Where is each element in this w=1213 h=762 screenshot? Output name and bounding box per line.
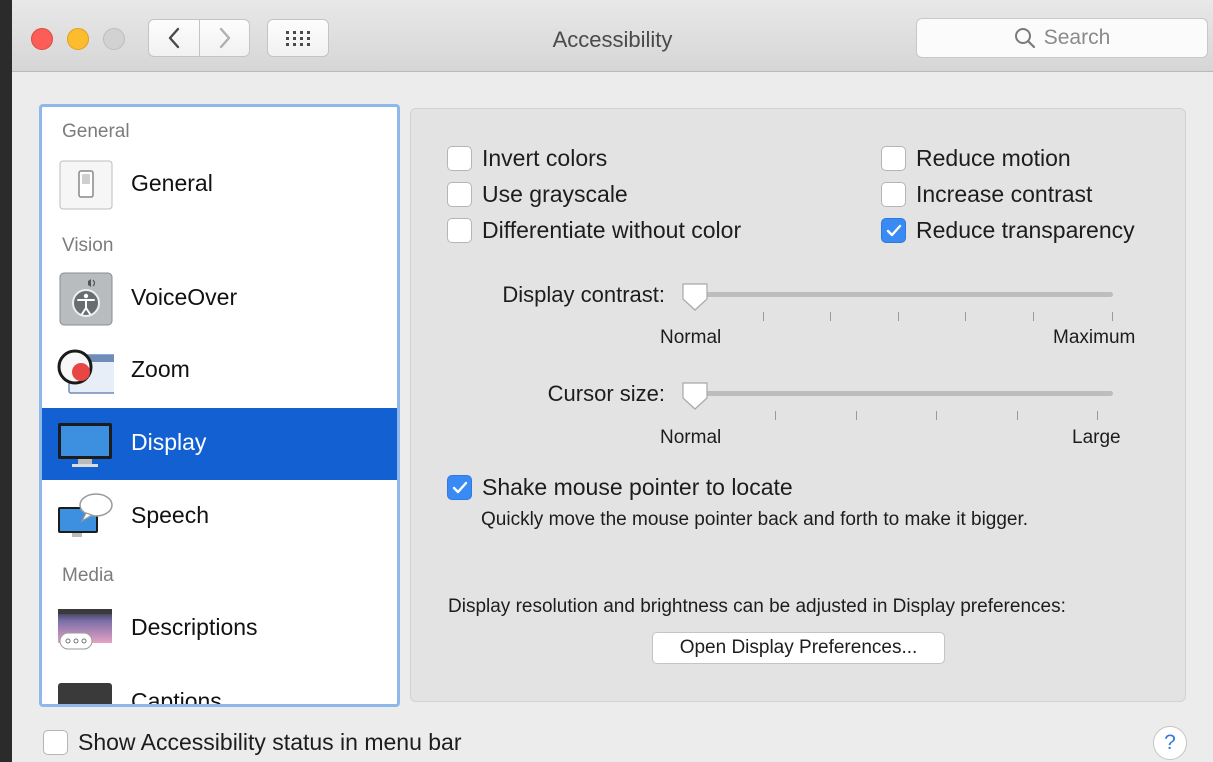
sidebar-item-label: General [131,170,213,196]
display-contrast-min-label: Normal [660,327,722,348]
search-field[interactable]: Search [916,18,1208,58]
checkbox-box[interactable] [447,182,472,207]
sidebar-item-label: VoiceOver [131,284,238,310]
shake-description: Quickly move the mouse pointer back and … [481,509,1029,530]
invert-colors-checkbox[interactable]: Invert colors [447,145,607,172]
sidebar-item-label: Speech [131,502,210,528]
display-contrast-ticks [684,312,1113,322]
display-contrast-knob[interactable] [680,281,710,313]
resolution-note: Display resolution and brightness can be… [448,596,1066,617]
tick [1112,312,1113,321]
sidebar-item-label: Zoom [131,356,190,382]
tick [965,312,966,321]
preferences-window: Accessibility Search General General Vis… [12,0,1213,762]
tick [775,411,776,420]
captions-icon [58,683,112,704]
tick [1097,411,1098,420]
sidebar-item-label: Captions [131,688,222,707]
sidebar-item-label: Descriptions [131,614,258,640]
section-header-general: General [62,121,130,142]
checkbox-label: Invert colors [482,145,608,171]
checkbox-box[interactable] [447,475,472,500]
magnifier-icon [57,349,114,394]
descriptions-icon [58,609,112,650]
checkbox-box[interactable] [881,218,906,243]
checkbox-box[interactable] [43,730,68,755]
checkbox-label: Differentiate without color [482,217,742,243]
search-icon [1014,28,1035,49]
display-contrast-label: Display contrast: [502,282,665,307]
differentiate-without-color-checkbox[interactable]: Differentiate without color [447,217,741,244]
tick [856,411,857,420]
cursor-size-min-label: Normal [660,427,722,448]
use-grayscale-checkbox[interactable]: Use grayscale [447,181,628,208]
cursor-size-max-label: Large [1072,427,1121,448]
tick [763,312,764,321]
cursor-size-label: Cursor size: [547,381,665,406]
cursor-size-knob[interactable] [680,380,710,412]
checkbox-label: Show Accessibility status in menu bar [78,729,462,755]
checkmark-icon [886,224,901,236]
sidebar-item-label: Display [131,429,207,455]
section-header-media: Media [62,565,114,586]
tick [1017,411,1018,420]
tick [936,411,937,420]
checkbox-box[interactable] [881,146,906,171]
sidebar-item-descriptions[interactable]: Descriptions [42,593,397,665]
checkbox-box[interactable] [447,146,472,171]
speech-bubble-icon [58,493,113,537]
checkmark-icon [452,481,467,493]
section-header-vision: Vision [62,235,114,256]
category-sidebar[interactable]: General General Vision VoiceOver Zoom Di… [39,104,400,707]
show-status-menu-bar-checkbox[interactable]: Show Accessibility status in menu bar [43,729,462,756]
tick [830,312,831,321]
sidebar-item-captions[interactable]: Captions [42,667,397,707]
cursor-size-ticks [684,411,1113,421]
reduce-transparency-checkbox[interactable]: Reduce transparency [881,217,1135,244]
switch-icon [59,160,113,210]
checkbox-label: Increase contrast [916,181,1093,207]
sidebar-item-speech[interactable]: Speech [42,481,397,553]
sidebar-item-zoom[interactable]: Zoom [42,335,397,407]
cursor-size-track[interactable] [684,391,1113,396]
shake-to-locate-checkbox[interactable]: Shake mouse pointer to locate [447,474,793,501]
reduce-motion-checkbox[interactable]: Reduce motion [881,145,1071,172]
monitor-icon [58,423,112,467]
checkbox-label: Shake mouse pointer to locate [482,474,793,500]
checkbox-box[interactable] [447,218,472,243]
display-contrast-track[interactable] [684,292,1113,297]
search-placeholder: Search [1043,26,1111,49]
increase-contrast-checkbox[interactable]: Increase contrast [881,181,1092,208]
tick [1033,312,1034,321]
title-bar: Accessibility Search [12,0,1213,72]
tick [898,312,899,321]
open-display-preferences-button[interactable]: Open Display Preferences... [652,632,945,664]
sidebar-item-general[interactable]: General [42,149,397,221]
checkbox-label: Use grayscale [482,181,628,207]
checkbox-label: Reduce transparency [916,217,1135,243]
sidebar-item-voiceover[interactable]: VoiceOver [42,263,397,335]
help-button[interactable]: ? [1153,726,1187,760]
sidebar-item-display[interactable]: Display [42,408,397,480]
checkbox-box[interactable] [881,182,906,207]
checkbox-label: Reduce motion [916,145,1071,171]
voiceover-icon [59,272,113,326]
display-contrast-max-label: Maximum [1053,327,1136,348]
